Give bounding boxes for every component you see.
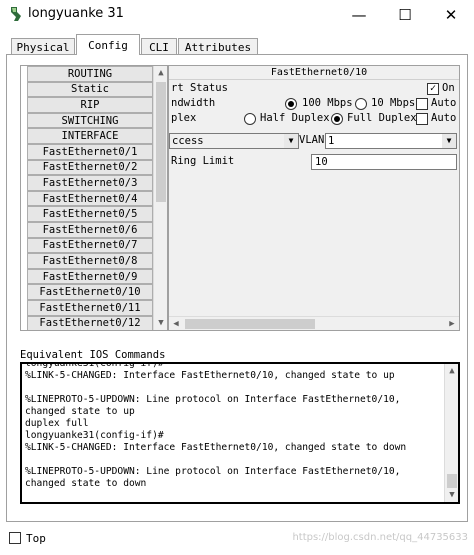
bandwidth-100-label: 100 Mbps (302, 97, 353, 109)
sidebar-item-fastethernet0-6[interactable]: FastEthernet0/6 (27, 221, 153, 238)
scroll-right-icon[interactable]: ▶ (445, 317, 459, 330)
full-duplex-label: Full Duplex (347, 112, 417, 124)
ios-commands-text: longyuanke31(config-if)# %LINK-5-CHANGED:… (25, 362, 439, 490)
sidebar-scrollbar[interactable]: ▲ ▼ (153, 66, 167, 330)
sidebar-item-fastethernet0-8[interactable]: FastEthernet0/8 (27, 253, 153, 269)
sidebar-item-fastethernet0-12[interactable]: FastEthernet0/12 (27, 315, 153, 330)
vlan-dropdown[interactable]: 1 ▼ (325, 133, 457, 149)
sidebar-item-fastethernet0-4[interactable]: FastEthernet0/4 (27, 190, 153, 207)
tab-physical[interactable]: Physical (11, 38, 75, 55)
sidebar-item-static[interactable]: Static (27, 81, 153, 98)
config-h-scrollbar[interactable]: ◀ ▶ (169, 316, 459, 330)
dropdown-arrow-icon: ▼ (284, 134, 298, 148)
sidebar-item-fastethernet0-10[interactable]: FastEthernet0/10 (27, 284, 153, 300)
ios-line (25, 454, 439, 466)
check-icon: ✓ (429, 83, 437, 94)
vlan-label: VLAN (299, 134, 325, 146)
ios-line (25, 382, 439, 394)
sidebar-items: ROUTING Static RIP SWITCHING INTERFACE FastEt… (27, 66, 153, 330)
bandwidth-10-label: 10 Mbps (371, 97, 416, 109)
ring-limit-label: Ring Limit (171, 155, 235, 167)
watermark: https://blog.csdn.net/qq_44735633 (292, 532, 468, 543)
window-title: longyuanke 31 (28, 6, 124, 21)
ios-scroll-thumb[interactable] (447, 474, 457, 488)
ios-line: longyuanke31(config-if)# (25, 362, 164, 369)
sidebar-item-switching[interactable]: SWITCHING (27, 112, 153, 129)
ios-commands-label: Equivalent IOS Commands (20, 349, 166, 361)
half-duplex-label: Half Duplex (260, 112, 330, 124)
bandwidth-auto-checkbox[interactable] (416, 98, 428, 110)
sidebar-item-fastethernet0-9[interactable]: FastEthernet0/9 (27, 268, 153, 285)
full-duplex-radio[interactable] (331, 113, 343, 125)
port-mode-dropdown[interactable]: ccess ▼ (169, 133, 299, 149)
tab-cli[interactable]: CLI (141, 38, 177, 55)
scroll-up-icon[interactable]: ▲ (445, 364, 458, 378)
duplex-label: plex (171, 112, 197, 124)
duplex-auto-checkbox[interactable] (416, 113, 428, 125)
ring-limit-input[interactable]: 10 (311, 154, 457, 170)
interface-header: FastEthernet0/10 (169, 66, 459, 80)
bandwidth-auto-label: Auto (431, 97, 457, 109)
interface-config-area: FastEthernet0/10 rt Status ✓ On ndwidth … (168, 65, 460, 331)
ios-scrollbar[interactable]: ▲ ▼ (444, 364, 458, 502)
vlan-value: 1 (328, 135, 335, 147)
sidebar-item-fastethernet0-5[interactable]: FastEthernet0/5 (27, 206, 153, 222)
sidebar-item-fastethernet0-3[interactable]: FastEthernet0/3 (27, 175, 153, 191)
tab-config[interactable]: Config (76, 34, 140, 55)
title-bar: longyuanke 31 — ☐ ✕ (0, 0, 474, 30)
minimize-button[interactable]: — (336, 0, 382, 30)
port-mode-value: ccess (172, 135, 204, 147)
ios-line: changed state to down (25, 478, 147, 489)
ios-commands-box[interactable]: longyuanke31(config-if)# %LINK-5-CHANGED:… (20, 362, 460, 504)
sidebar-item-fastethernet0-7[interactable]: FastEthernet0/7 (27, 237, 153, 254)
scroll-down-icon[interactable]: ▼ (154, 316, 167, 330)
config-h-scroll-thumb[interactable] (185, 319, 315, 329)
duplex-auto-label: Auto (431, 112, 457, 124)
ios-line: changed state to up (25, 406, 135, 417)
sidebar-item-fastethernet0-1[interactable]: FastEthernet0/1 (27, 143, 153, 160)
ios-line: %LINEPROTO-5-UPDOWN: Line protocol on In… (25, 466, 401, 477)
sidebar-item-fastethernet0-11[interactable]: FastEthernet0/11 (27, 299, 153, 316)
port-status-label: rt Status (171, 82, 228, 94)
sidebar-item-fastethernet0-2[interactable]: FastEthernet0/2 (27, 159, 153, 176)
bottom-bar: Top https://blog.csdn.net/qq_44735633 (0, 524, 474, 555)
top-checkbox[interactable] (9, 532, 21, 544)
port-on-label: On (442, 82, 455, 94)
ios-line: %LINEPROTO-5-UPDOWN: Line protocol on In… (25, 394, 401, 405)
ios-line: %LINK-5-CHANGED: Interface FastEthernet0… (25, 442, 407, 453)
ios-line: %LINK-5-CHANGED: Interface FastEthernet0… (25, 370, 395, 381)
bandwidth-100-radio[interactable] (285, 98, 297, 110)
sidebar-scroll-thumb[interactable] (156, 82, 166, 202)
ios-line: duplex full (25, 418, 89, 429)
bandwidth-label: ndwidth (171, 97, 216, 109)
sidebar-list: ROUTING Static RIP SWITCHING INTERFACE FastEt… (20, 65, 168, 331)
app-icon (11, 7, 21, 21)
ios-line: longyuanke31(config-if)# (25, 430, 164, 441)
half-duplex-radio[interactable] (244, 113, 256, 125)
scroll-up-icon[interactable]: ▲ (154, 66, 167, 80)
sidebar-item-rip[interactable]: RIP (27, 97, 153, 113)
maximize-button[interactable]: ☐ (382, 0, 428, 30)
sidebar-item-routing[interactable]: ROUTING (27, 66, 153, 82)
scroll-down-icon[interactable]: ▼ (445, 488, 458, 502)
scroll-left-icon[interactable]: ◀ (169, 317, 183, 330)
sidebar-item-interface[interactable]: INTERFACE (27, 128, 153, 144)
port-on-checkbox[interactable]: ✓ (427, 83, 439, 95)
top-label: Top (26, 532, 46, 545)
tab-strip: Physical Config CLI Attributes (0, 30, 474, 55)
tab-attributes[interactable]: Attributes (178, 38, 258, 55)
close-button[interactable]: ✕ (428, 0, 474, 30)
bandwidth-10-radio[interactable] (355, 98, 367, 110)
dropdown-arrow-icon: ▼ (442, 134, 456, 148)
config-panel: ROUTING Static RIP SWITCHING INTERFACE FastEt… (6, 54, 468, 522)
